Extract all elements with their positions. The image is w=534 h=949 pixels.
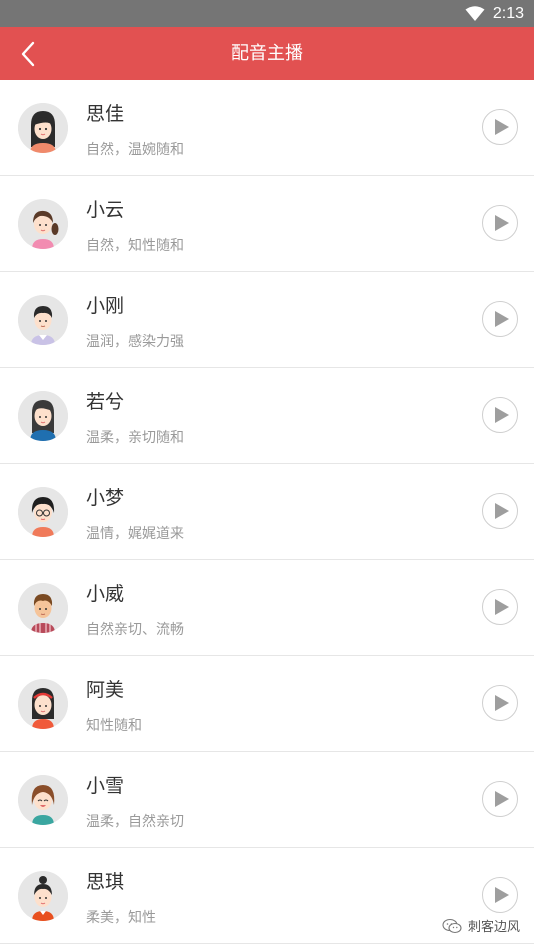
play-button[interactable] xyxy=(482,781,518,817)
voice-name: 小刚 xyxy=(86,295,125,317)
female-glasses-avatar xyxy=(18,487,68,537)
play-icon xyxy=(494,599,509,615)
voice-list-item[interactable]: 小雪 温柔，自然亲切 xyxy=(0,752,534,848)
play-icon xyxy=(494,791,509,807)
play-button[interactable] xyxy=(482,589,518,625)
voice-list-item[interactable]: 思佳 自然，温婉随和 xyxy=(0,80,534,176)
voice-description: 温柔，自然亲切 xyxy=(86,814,184,830)
watermark-text: 刺客边风 xyxy=(467,920,520,935)
male-brown-hair-avatar xyxy=(18,583,68,633)
status-bar: 2:13 xyxy=(0,0,534,27)
play-button[interactable] xyxy=(482,493,518,529)
voice-name: 小雪 xyxy=(86,775,125,797)
female-long-black-hair-avatar xyxy=(18,103,68,153)
voice-list-item[interactable]: 若兮 温柔，亲切随和 xyxy=(0,368,534,464)
voice-description: 自然，温婉随和 xyxy=(86,142,184,158)
play-icon xyxy=(494,887,509,903)
play-button[interactable] xyxy=(482,301,518,337)
wechat-icon xyxy=(442,918,462,933)
watermark: 刺客边风 xyxy=(442,916,520,935)
female-bun-avatar xyxy=(18,871,68,921)
male-short-hair-avatar xyxy=(18,295,68,345)
voice-list: 思佳 自然，温婉随和 小云 自然，知性随和 小刚 温润，感染力强 若兮 温柔，亲… xyxy=(0,80,534,949)
play-icon xyxy=(494,119,509,135)
voice-description: 温润，感染力强 xyxy=(86,334,184,350)
voice-description: 自然亲切、流畅 xyxy=(86,622,184,638)
voice-name: 思佳 xyxy=(86,103,125,125)
play-button[interactable] xyxy=(482,685,518,721)
voice-list-item[interactable]: 小刚 温润，感染力强 xyxy=(0,272,534,368)
voice-name: 思琪 xyxy=(86,871,125,893)
back-button[interactable] xyxy=(6,27,50,80)
app-bar: 配音主播 xyxy=(0,27,534,80)
play-icon xyxy=(494,407,509,423)
chevron-left-icon xyxy=(21,41,35,66)
female-headband-avatar xyxy=(18,679,68,729)
voice-description: 知性随和 xyxy=(86,718,142,734)
voice-name: 小威 xyxy=(86,583,125,605)
status-time: 2:13 xyxy=(492,4,524,22)
play-button[interactable] xyxy=(482,205,518,241)
voice-description: 柔美，知性 xyxy=(86,910,156,926)
voice-description: 温情，娓娓道来 xyxy=(86,526,184,542)
play-button[interactable] xyxy=(482,877,518,913)
play-icon xyxy=(494,503,509,519)
play-icon xyxy=(494,311,509,327)
page-title: 配音主播 xyxy=(231,43,303,64)
voice-name: 小云 xyxy=(86,199,125,221)
voice-list-item[interactable]: 小威 自然亲切、流畅 xyxy=(0,560,534,656)
female-ponytail-avatar xyxy=(18,199,68,249)
voice-list-item[interactable]: 阿美 知性随和 xyxy=(0,656,534,752)
play-button[interactable] xyxy=(482,397,518,433)
voice-name: 若兮 xyxy=(86,391,125,413)
voice-description: 温柔，亲切随和 xyxy=(86,430,184,446)
voice-list-item[interactable]: 小梦 温情，娓娓道来 xyxy=(0,464,534,560)
voice-name: 小梦 xyxy=(86,487,125,509)
voice-name: 阿美 xyxy=(86,679,125,701)
voice-list-item[interactable]: 小云 自然，知性随和 xyxy=(0,176,534,272)
play-icon xyxy=(494,215,509,231)
status-indicators: 2:13 xyxy=(465,0,524,27)
female-laughing-avatar xyxy=(18,775,68,825)
play-button[interactable] xyxy=(482,109,518,145)
female-blue-top-avatar xyxy=(18,391,68,441)
play-icon xyxy=(494,695,509,711)
voice-description: 自然，知性随和 xyxy=(86,238,184,254)
wifi-icon xyxy=(465,5,485,21)
